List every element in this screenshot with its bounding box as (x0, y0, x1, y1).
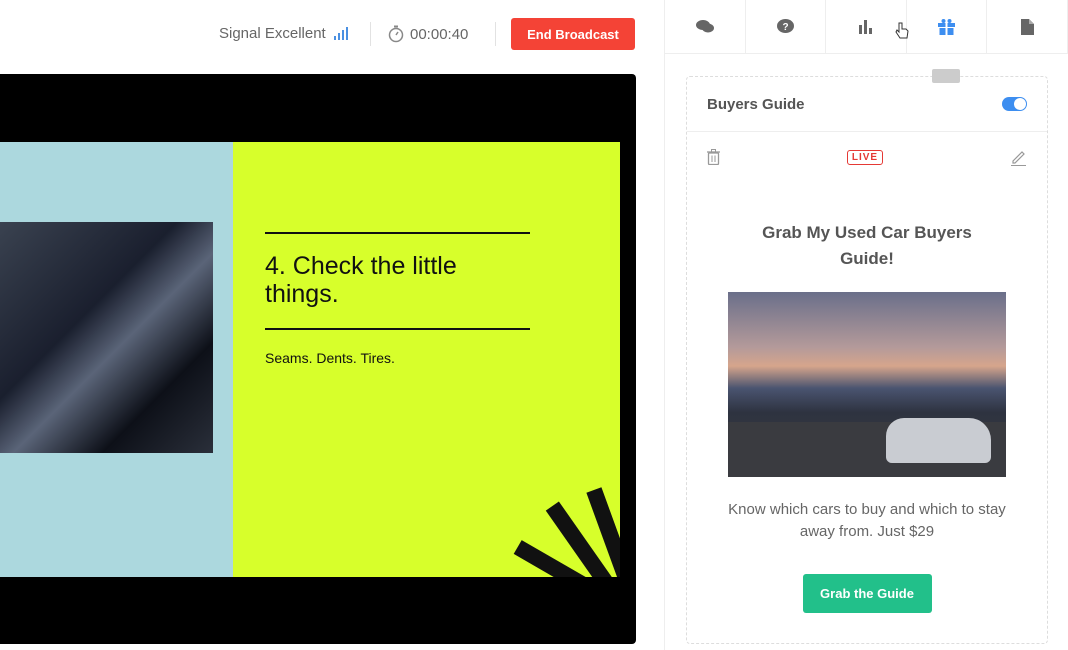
chat-icon (695, 20, 714, 33)
timer-value: 00:00:40 (410, 25, 469, 43)
offer-card: Buyers Guide LIVE Grab My Used Car Buyer… (686, 76, 1048, 644)
document-icon (1020, 18, 1034, 35)
signal-label: Signal Excellent (219, 25, 326, 42)
slide-subtitle: Seams. Dents. Tires. (265, 350, 395, 366)
offer-image (728, 292, 1006, 477)
poll-icon (859, 20, 873, 34)
tab-documents[interactable] (987, 0, 1068, 53)
stopwatch-icon (388, 25, 404, 43)
offer-headline: Grab My Used Car Buyers Guide! (762, 223, 972, 268)
live-badge: LIVE (846, 149, 884, 165)
side-panel: ? Buyers Guide LIVE Grab My Used Car Buy… (664, 0, 1068, 650)
offer-enabled-toggle[interactable] (1002, 97, 1027, 111)
end-broadcast-button[interactable]: End Broadcast (511, 18, 635, 50)
video-stage: 4. Check the little things. Seams. Dents… (0, 74, 636, 644)
signal-bars-icon (333, 27, 348, 40)
car-image (0, 222, 213, 453)
tab-chat[interactable] (665, 0, 746, 53)
tab-questions[interactable]: ? (746, 0, 827, 53)
svg-text:?: ? (782, 22, 788, 33)
gift-icon (938, 18, 956, 35)
divider (265, 232, 530, 234)
offer-description: Know which cars to buy and which to stay… (728, 501, 1006, 540)
slide-title: 4. Check the little things. (265, 252, 457, 308)
offer-card-title: Buyers Guide (707, 95, 805, 113)
edit-pencil-icon[interactable] (1010, 149, 1027, 166)
trash-icon[interactable] (707, 149, 720, 165)
divider (265, 328, 530, 330)
tab-offers[interactable] (907, 0, 988, 53)
tooltip (932, 69, 960, 83)
hand-cursor-icon (895, 22, 909, 39)
slide-content: 4. Check the little things. Seams. Dents… (233, 142, 620, 577)
panel-tabs: ? (665, 0, 1068, 54)
divider (495, 22, 496, 46)
grab-guide-button[interactable]: Grab the Guide (802, 574, 932, 613)
signal-status: Signal Excellent (219, 25, 348, 42)
question-icon: ? (776, 18, 794, 33)
divider (370, 22, 371, 46)
broadcast-topbar: Signal Excellent 00:00:40 End Broadcast (0, 0, 660, 68)
broadcast-timer: 00:00:40 (388, 25, 468, 43)
